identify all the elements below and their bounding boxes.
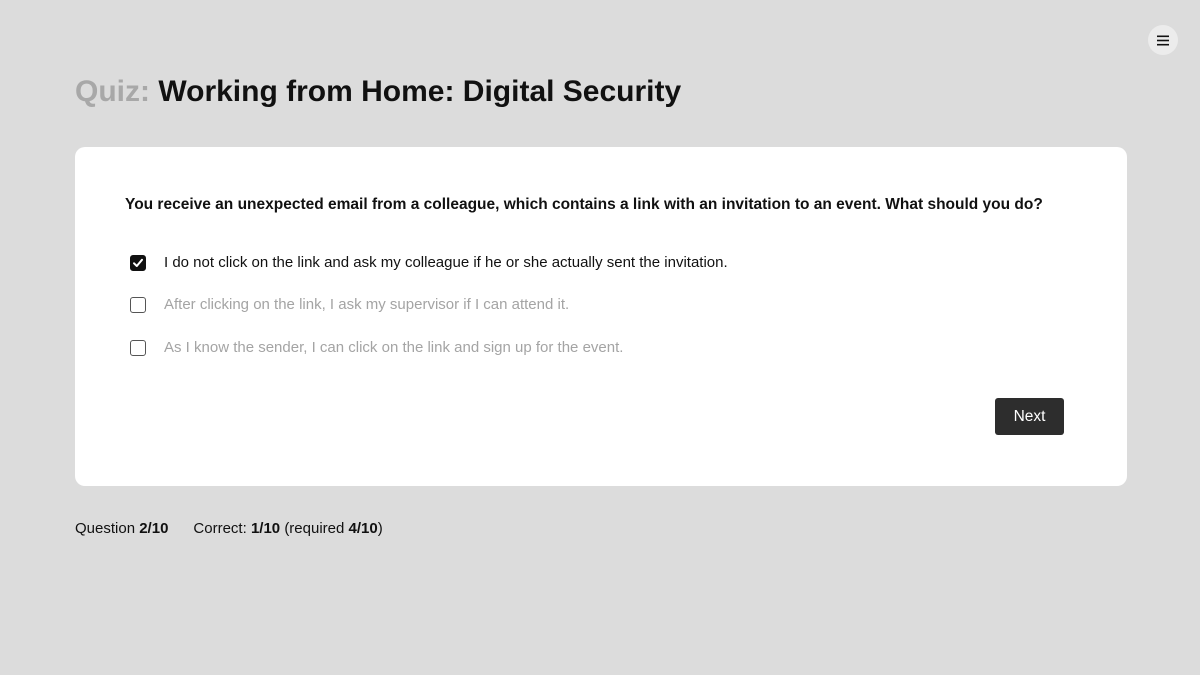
checkbox-2[interactable] <box>130 297 146 313</box>
menu-button[interactable] <box>1148 25 1178 55</box>
page-title: Quiz: Working from Home: Digital Securit… <box>75 72 681 112</box>
answer-option-1[interactable]: I do not click on the link and ask my co… <box>130 253 728 273</box>
correct-count-label: Correct: <box>193 520 247 537</box>
required-count-value: 4/10 <box>348 520 378 537</box>
question-card: You receive an unexpected email from a c… <box>75 147 1127 486</box>
page-title-prefix: Quiz: <box>75 75 150 108</box>
next-button[interactable]: Next <box>995 398 1064 435</box>
page-title-text: Working from Home: Digital Security <box>158 75 682 108</box>
checkbox-1[interactable] <box>130 255 146 271</box>
required-prefix: (required <box>284 520 345 537</box>
check-icon <box>133 258 143 267</box>
answer-option-label: As I know the sender, I can click on the… <box>164 339 624 356</box>
question-count-label: Question <box>75 520 136 537</box>
hamburger-menu-icon <box>1157 35 1169 46</box>
answer-option-label: After clicking on the link, I ask my sup… <box>164 296 570 313</box>
question-text: You receive an unexpected email from a c… <box>125 196 1043 213</box>
correct-count-value: 1/10 <box>250 520 281 537</box>
required-suffix: ) <box>377 520 383 537</box>
checkbox-3[interactable] <box>130 340 146 356</box>
quiz-progress: Question 2/10 Correct: 1/10 (required 4/1… <box>75 519 383 539</box>
answer-option-3[interactable]: As I know the sender, I can click on the… <box>130 338 623 358</box>
answer-option-2[interactable]: After clicking on the link, I ask my sup… <box>130 295 569 315</box>
question-count-value: 2/10 <box>139 520 169 537</box>
answer-option-label: I do not click on the link and ask my co… <box>164 254 728 271</box>
